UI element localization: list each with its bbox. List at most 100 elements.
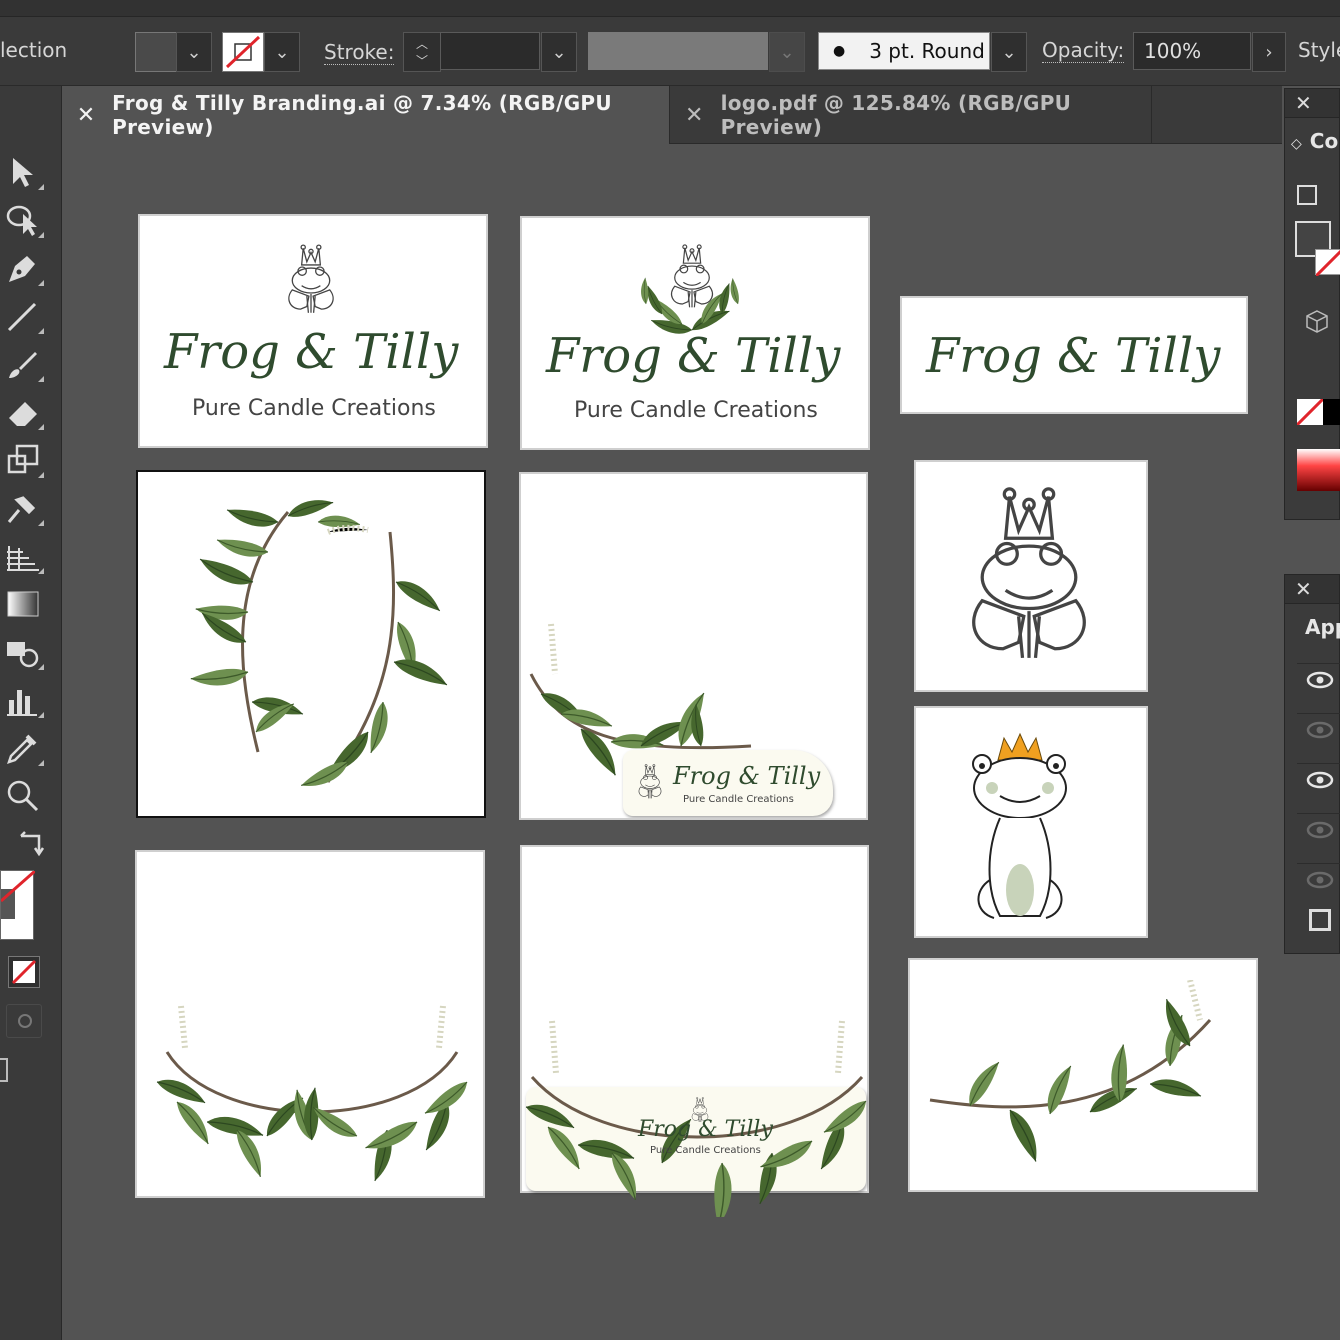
- color-panel-title[interactable]: ◇ Co: [1291, 129, 1338, 153]
- eyedropper-tool[interactable]: [0, 728, 46, 768]
- appearance-panel: ✕ App: [1284, 574, 1340, 954]
- lasso-tool[interactable]: [0, 200, 46, 240]
- close-icon[interactable]: ✕: [1295, 91, 1312, 115]
- variable-width-profile[interactable]: [588, 32, 768, 70]
- artboard-frog-color[interactable]: [914, 706, 1148, 938]
- artboard-corner-leaves[interactable]: Frog & Tilly Pure Candle Creations: [519, 472, 868, 820]
- default-colors-icon[interactable]: [1297, 185, 1317, 205]
- panel-header: ✕: [1285, 575, 1339, 604]
- color-spectrum[interactable]: [1297, 449, 1340, 491]
- visibility-eye-icon[interactable]: [1297, 863, 1340, 899]
- new-item-icon[interactable]: [1309, 909, 1331, 931]
- puppet-warp-tool[interactable]: [0, 488, 46, 528]
- scale-icon: [7, 444, 39, 474]
- stroke-weight-input[interactable]: [440, 32, 540, 70]
- no-fill-icon: [0, 869, 36, 919]
- appearance-panel-title[interactable]: App: [1305, 615, 1340, 639]
- stroke-swatch[interactable]: [222, 32, 264, 72]
- fill-swatch[interactable]: [135, 32, 177, 72]
- pen-tool[interactable]: [0, 248, 46, 288]
- brush-value: 3 pt. Round: [869, 39, 985, 63]
- artboard-branch[interactable]: [908, 958, 1258, 1192]
- opacity-label[interactable]: Opacity:: [1042, 38, 1125, 63]
- eraser-tool[interactable]: [0, 392, 46, 432]
- eraser-icon: [9, 402, 37, 426]
- menu-strip: [0, 0, 1340, 17]
- zoom-tool[interactable]: [0, 776, 46, 816]
- brand-wordmark: Frog & Tilly: [164, 324, 459, 380]
- no-stroke-icon: [1314, 249, 1340, 278]
- lasso-icon: [6, 205, 37, 236]
- visibility-eye-icon[interactable]: [1297, 763, 1340, 799]
- none-icon: [11, 959, 37, 985]
- artboard-logo-stacked[interactable]: Frog & Tilly Pure Candle Creations: [138, 214, 488, 448]
- none-icon: [1295, 397, 1325, 427]
- opacity-input[interactable]: 100%: [1133, 32, 1251, 70]
- brand-tagline: Pure Candle Creations: [192, 396, 436, 421]
- laurel-wreath-icon: [639, 244, 740, 336]
- frog-prince-line-icon: [972, 487, 1086, 660]
- opacity-expand[interactable]: ›: [1252, 32, 1286, 72]
- cube-icon[interactable]: [1305, 309, 1329, 337]
- garland-illustration: [154, 1005, 474, 1184]
- brand-tagline: Pure Candle Creations: [574, 398, 818, 423]
- pin-icon: [7, 496, 36, 523]
- brush-definition[interactable]: ● 3 pt. Round: [818, 32, 990, 70]
- selection-tool[interactable]: [0, 152, 46, 192]
- gradient-tool[interactable]: [0, 584, 46, 624]
- line-tool[interactable]: [0, 296, 46, 336]
- brush-dropdown[interactable]: ⌄: [991, 32, 1027, 72]
- brand-wordmark: Frog & Tilly: [638, 1117, 773, 1142]
- none-swatch[interactable]: [1295, 397, 1325, 427]
- brand-wordmark: Frog & Tilly: [673, 762, 821, 790]
- swap-fill-stroke[interactable]: [6, 826, 52, 866]
- line-icon: [7, 302, 37, 332]
- black-swatch[interactable]: [1323, 399, 1340, 425]
- stroke-label[interactable]: Stroke:: [324, 40, 395, 65]
- artboard-card-garland[interactable]: Frog & Tilly Pure Candle Creations: [520, 845, 873, 1217]
- selection-label: lection: [0, 38, 68, 62]
- visibility-eye-icon[interactable]: [1297, 813, 1340, 849]
- stroke-swatch-large[interactable]: [1314, 249, 1340, 278]
- style-label: Style: [1298, 38, 1340, 62]
- leaf-frame-illustration: [190, 496, 451, 792]
- screen-mode-icon[interactable]: [0, 1058, 8, 1082]
- visibility-eye-icon[interactable]: [1297, 663, 1340, 699]
- draw-mode-button[interactable]: [6, 1004, 42, 1038]
- frog-prince-color-icon: [972, 732, 1067, 919]
- stroke-dropdown[interactable]: ⌄: [264, 32, 300, 72]
- close-icon[interactable]: ✕: [684, 103, 705, 128]
- branch-illustration: [929, 980, 1212, 1166]
- tab-frog-tilly-branding[interactable]: ✕ Frog & Tilly Branding.ai @ 7.34% (RGB/…: [62, 86, 670, 144]
- chevron-down-icon: ⌄: [779, 41, 795, 63]
- stroke-weight-dropdown[interactable]: ⌄: [541, 32, 577, 72]
- none-mode-button[interactable]: [8, 956, 40, 988]
- close-icon[interactable]: ✕: [76, 103, 96, 128]
- color-panel: ✕ ◇ Co: [1284, 88, 1340, 520]
- artboard-leaf-frame[interactable]: [136, 470, 486, 818]
- fill-stroke-proxy[interactable]: [0, 869, 36, 940]
- tab-logo-pdf[interactable]: ✕ logo.pdf @ 125.84% (RGB/GPU Preview): [672, 86, 1152, 144]
- shape-builder-tool[interactable]: [0, 632, 46, 672]
- artboard-logo-wreath[interactable]: Frog & Tilly Pure Candle Creations: [520, 216, 870, 450]
- no-stroke-icon: [225, 35, 261, 69]
- tab-label: logo.pdf @ 125.84% (RGB/GPU Preview): [720, 91, 1072, 139]
- profile-dropdown[interactable]: ⌄: [769, 32, 805, 72]
- scale-tool[interactable]: [0, 440, 46, 480]
- visibility-eye-icon[interactable]: [1297, 713, 1340, 749]
- stroke-stepper[interactable]: ︿ ﹀: [403, 32, 441, 72]
- artboard-wordmark[interactable]: Frog & Tilly: [900, 296, 1248, 414]
- perspective-grid-tool[interactable]: [0, 536, 46, 576]
- brand-tagline: Pure Candle Creations: [650, 1145, 761, 1156]
- zoom-icon: [7, 780, 39, 812]
- shape-builder-icon: [7, 642, 39, 668]
- graph-tool[interactable]: [0, 680, 46, 720]
- control-bar: lection ⌄ ⌄ Stroke: ︿ ﹀ ⌄ ⌄ ● 3 pt. Round…: [0, 0, 1340, 86]
- artboard-frog-line-art[interactable]: [914, 460, 1148, 692]
- chevron-down-icon: ⌄: [1001, 41, 1017, 63]
- artboard-bottom-garland[interactable]: [135, 850, 485, 1198]
- paintbrush-tool[interactable]: [0, 344, 46, 384]
- fill-dropdown[interactable]: ⌄: [176, 32, 212, 72]
- chevron-down-icon: ﹀: [415, 54, 428, 68]
- close-icon[interactable]: ✕: [1295, 577, 1312, 601]
